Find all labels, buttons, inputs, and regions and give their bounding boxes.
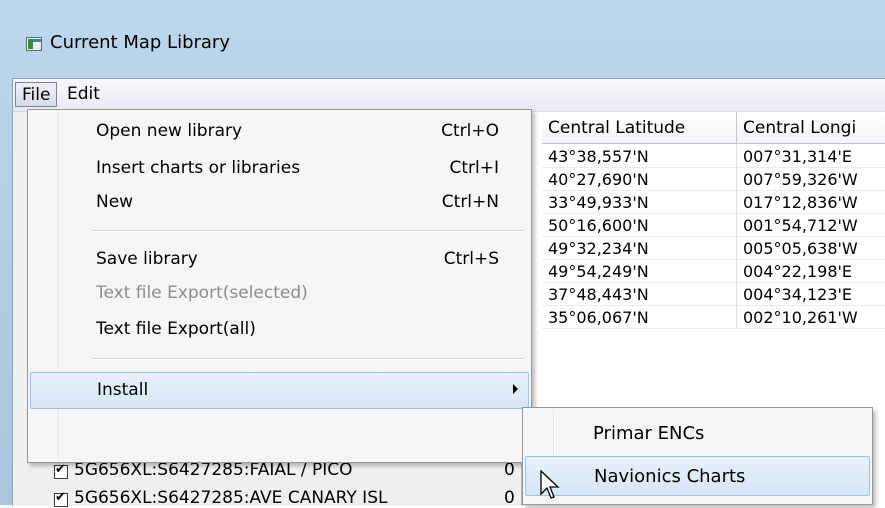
cell-longitude: 007°59,326'W xyxy=(737,168,885,191)
table-row[interactable]: 40°27,690'N 007°59,326'W xyxy=(542,168,885,191)
column-header-central-longitude[interactable]: Central Longi xyxy=(737,112,885,144)
chart-name[interactable]: 5G656XL:S6427285:AVE CANARY ISL xyxy=(74,488,387,508)
menu-item-label: Text file Export(selected) xyxy=(96,283,308,303)
cell-longitude: 007°31,314'E xyxy=(737,145,885,168)
cell-longitude: 002°10,261'W xyxy=(737,306,885,329)
menu-separator xyxy=(92,230,525,232)
table-row[interactable]: 49°54,249'N 004°22,198'E xyxy=(542,260,885,283)
menu-item-navionics-charts[interactable]: Navionics Charts xyxy=(525,456,870,496)
menu-file[interactable]: File xyxy=(15,82,58,107)
chart-count: 0 xyxy=(504,488,515,508)
menu-item-shortcut: Ctrl+I xyxy=(449,158,499,178)
cell-latitude: 35°06,067'N xyxy=(542,306,737,329)
chart-count: 0 xyxy=(504,460,515,480)
menu-item-label: New xyxy=(96,192,134,212)
menubar: File Edit xyxy=(13,79,885,112)
cell-longitude: 017°12,836'W xyxy=(737,191,885,214)
menu-item-open-new-library[interactable]: Open new library Ctrl+O xyxy=(30,115,529,147)
cell-longitude: 001°54,712'W xyxy=(737,214,885,237)
file-menu-dropdown: Open new library Ctrl+O Insert charts or… xyxy=(27,109,532,463)
cell-longitude: 004°22,198'E xyxy=(737,260,885,283)
table-row[interactable]: 33°49,933'N 017°12,836'W xyxy=(542,191,885,214)
menu-item-label: Insert charts or libraries xyxy=(96,158,301,178)
cell-longitude: 004°34,123'E xyxy=(737,283,885,306)
cell-latitude: 37°48,443'N xyxy=(542,283,737,306)
install-submenu: Primar ENCs Navionics Charts xyxy=(522,407,873,505)
menu-edit[interactable]: Edit xyxy=(61,82,106,107)
window-title: Current Map Library xyxy=(50,32,230,53)
menu-item-text-export-selected: Text file Export(selected) xyxy=(30,277,529,309)
cell-latitude: 49°32,234'N xyxy=(542,237,737,260)
menu-item-install[interactable]: Install xyxy=(30,372,529,409)
menu-item-label: Save library xyxy=(96,249,198,269)
menu-item-shortcut: Ctrl+N xyxy=(441,192,499,212)
menu-item-label: Open new library xyxy=(96,121,243,141)
menu-item-save-library[interactable]: Save library Ctrl+S xyxy=(30,243,529,275)
mouse-cursor-icon xyxy=(540,470,560,499)
chart-name[interactable]: 5G656XL:S6427285:FAIAL / PICO xyxy=(74,460,353,480)
cell-latitude: 40°27,690'N xyxy=(542,168,737,191)
menu-item-label: Install xyxy=(97,380,149,400)
table-row[interactable]: 49°32,234'N 005°05,638'W xyxy=(542,237,885,260)
column-header-central-latitude[interactable]: Central Latitude xyxy=(542,112,737,144)
menu-item-label: Primar ENCs xyxy=(593,423,705,444)
table-row[interactable]: 37°48,443'N 004°34,123'E xyxy=(542,283,885,306)
table-row[interactable]: 35°06,067'N 002°10,261'W xyxy=(542,306,885,329)
menu-item-text-export-all[interactable]: Text file Export(all) xyxy=(30,313,529,345)
menu-item-label: Text file Export(all) xyxy=(96,319,256,339)
cell-latitude: 43°38,557'N xyxy=(542,145,737,168)
cell-latitude: 33°49,933'N xyxy=(542,191,737,214)
cell-latitude: 50°16,600'N xyxy=(542,214,737,237)
menu-separator xyxy=(92,358,525,360)
cell-latitude: 49°54,249'N xyxy=(542,260,737,283)
app-icon xyxy=(26,37,42,51)
submenu-arrow-icon xyxy=(513,384,518,394)
table-row[interactable]: 50°16,600'N 001°54,712'W xyxy=(542,214,885,237)
menu-item-label: Navionics Charts xyxy=(594,466,746,487)
cell-longitude: 005°05,638'W xyxy=(737,237,885,260)
menu-item-insert-charts[interactable]: Insert charts or libraries Ctrl+I xyxy=(30,152,529,184)
menu-item-primar-encs[interactable]: Primar ENCs xyxy=(525,414,870,454)
chart-checkbox[interactable] xyxy=(54,462,68,479)
menu-item-shortcut: Ctrl+O xyxy=(441,121,499,141)
table-row[interactable]: 43°38,557'N 007°31,314'E xyxy=(542,145,885,168)
menu-item-shortcut: Ctrl+S xyxy=(443,249,499,269)
menu-item-new[interactable]: New Ctrl+N xyxy=(30,186,529,218)
